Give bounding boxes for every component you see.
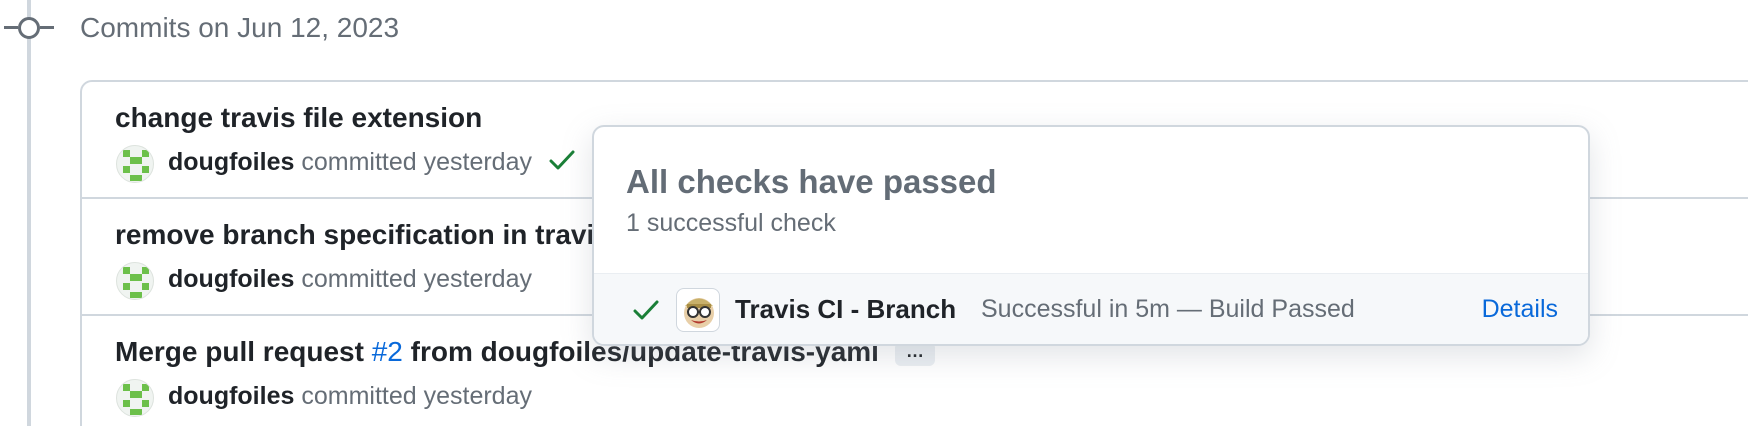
commit-time: committed yesterday	[301, 148, 532, 176]
timeline-tick	[4, 26, 18, 29]
author-link[interactable]: dougfoiles	[168, 382, 294, 410]
commit-time: committed yesterday	[301, 265, 532, 293]
commit-time: committed yesterday	[301, 382, 532, 410]
check-row: Travis CI - Branch Successful in 5m — Bu…	[594, 273, 1588, 344]
avatar[interactable]	[116, 379, 154, 417]
commit-meta: dougfoiles committed yesterday	[168, 148, 575, 178]
check-passed-icon[interactable]	[549, 149, 575, 178]
timeline-line	[27, 0, 31, 426]
check-status: Successful in 5m — Build Passed	[981, 295, 1355, 323]
commit-group-icon	[18, 17, 40, 39]
avatar[interactable]	[116, 262, 154, 300]
checks-popover: All checks have passed 1 successful chec…	[592, 125, 1590, 346]
popover-title: All checks have passed	[626, 163, 997, 200]
commit-meta: dougfoiles committed yesterday	[168, 265, 532, 294]
commit-title-link[interactable]: remove branch specification in travi	[115, 219, 594, 251]
check-name: Travis CI - Branch	[735, 294, 957, 324]
commit-meta: dougfoiles committed yesterday	[168, 382, 532, 411]
commit-title-link[interactable]: Merge pull request	[115, 336, 372, 367]
commit-group-title: Commits on Jun 12, 2023	[80, 12, 400, 43]
timeline-tick	[40, 26, 54, 29]
check-icon	[632, 298, 660, 327]
author-link[interactable]: dougfoiles	[168, 148, 294, 176]
details-link[interactable]: Details	[1482, 295, 1558, 324]
popover-subtitle: 1 successful check	[626, 209, 836, 237]
avatar[interactable]	[116, 145, 154, 183]
travis-ci-icon	[676, 288, 720, 332]
commit-title-link[interactable]: change travis file extension	[115, 102, 482, 134]
pull-request-link[interactable]: #2	[372, 336, 403, 367]
author-link[interactable]: dougfoiles	[168, 265, 294, 293]
